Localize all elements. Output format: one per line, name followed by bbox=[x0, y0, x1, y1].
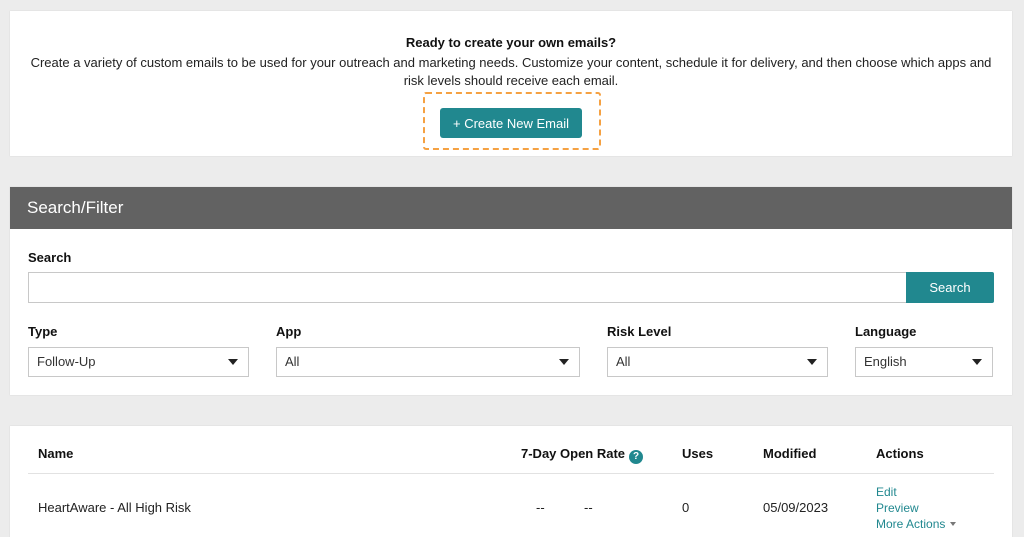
chevron-down-icon bbox=[950, 522, 957, 526]
search-input[interactable] bbox=[28, 272, 908, 303]
type-select-value: Follow-Up bbox=[37, 354, 96, 369]
caret-down-icon bbox=[972, 359, 982, 365]
app-select-value: All bbox=[285, 354, 300, 369]
caret-down-icon bbox=[228, 359, 238, 365]
column-header-open-rate-label: 7-Day Open Rate bbox=[521, 446, 626, 461]
risk-level-label: Risk Level bbox=[607, 324, 672, 339]
help-icon[interactable]: ? bbox=[629, 450, 644, 464]
open-rate-secondary-value: -- bbox=[584, 500, 593, 515]
app-label: App bbox=[276, 324, 302, 339]
language-select[interactable]: English bbox=[855, 347, 993, 377]
edit-link[interactable]: Edit bbox=[876, 485, 897, 499]
search-label: Search bbox=[28, 250, 72, 265]
risk-level-select[interactable]: All bbox=[607, 347, 828, 377]
search-filter-header: Search/Filter bbox=[10, 187, 1012, 229]
language-select-value: English bbox=[864, 354, 907, 369]
more-actions-label: More Actions bbox=[876, 517, 946, 531]
column-header-name[interactable]: Name bbox=[38, 446, 73, 461]
intro-title: Ready to create your own emails? bbox=[405, 35, 617, 50]
search-filter-card: Search/Filter Search Search Type Follow-… bbox=[10, 187, 1012, 395]
app-select[interactable]: All bbox=[276, 347, 580, 377]
column-header-uses[interactable]: Uses bbox=[682, 446, 713, 461]
language-label: Language bbox=[855, 324, 917, 339]
email-name: HeartAware - All High Risk bbox=[38, 500, 191, 515]
more-actions-link[interactable]: More Actions bbox=[876, 517, 957, 531]
uses-value: 0 bbox=[682, 500, 690, 515]
risk-level-select-value: All bbox=[616, 354, 631, 369]
intro-description: Create a variety of custom emails to be … bbox=[30, 55, 992, 88]
emails-table-card: Name 7-Day Open Rate? Uses Modified Acti… bbox=[10, 426, 1012, 537]
create-email-card: Ready to create your own emails? Create … bbox=[10, 11, 1012, 156]
caret-down-icon bbox=[807, 359, 817, 365]
column-header-actions: Actions bbox=[876, 446, 924, 461]
type-select[interactable]: Follow-Up bbox=[28, 347, 249, 377]
type-label: Type bbox=[28, 324, 58, 339]
search-button[interactable]: Search bbox=[906, 272, 994, 303]
column-header-modified[interactable]: Modified bbox=[763, 446, 816, 461]
caret-down-icon bbox=[559, 359, 569, 365]
column-header-open-rate[interactable]: 7-Day Open Rate? bbox=[521, 446, 644, 464]
preview-link[interactable]: Preview bbox=[876, 501, 919, 515]
open-rate-value: -- bbox=[536, 500, 545, 515]
header-divider bbox=[28, 473, 994, 474]
modified-date: 05/09/2023 bbox=[763, 500, 829, 515]
create-new-email-button[interactable]: + Create New Email bbox=[440, 108, 582, 138]
